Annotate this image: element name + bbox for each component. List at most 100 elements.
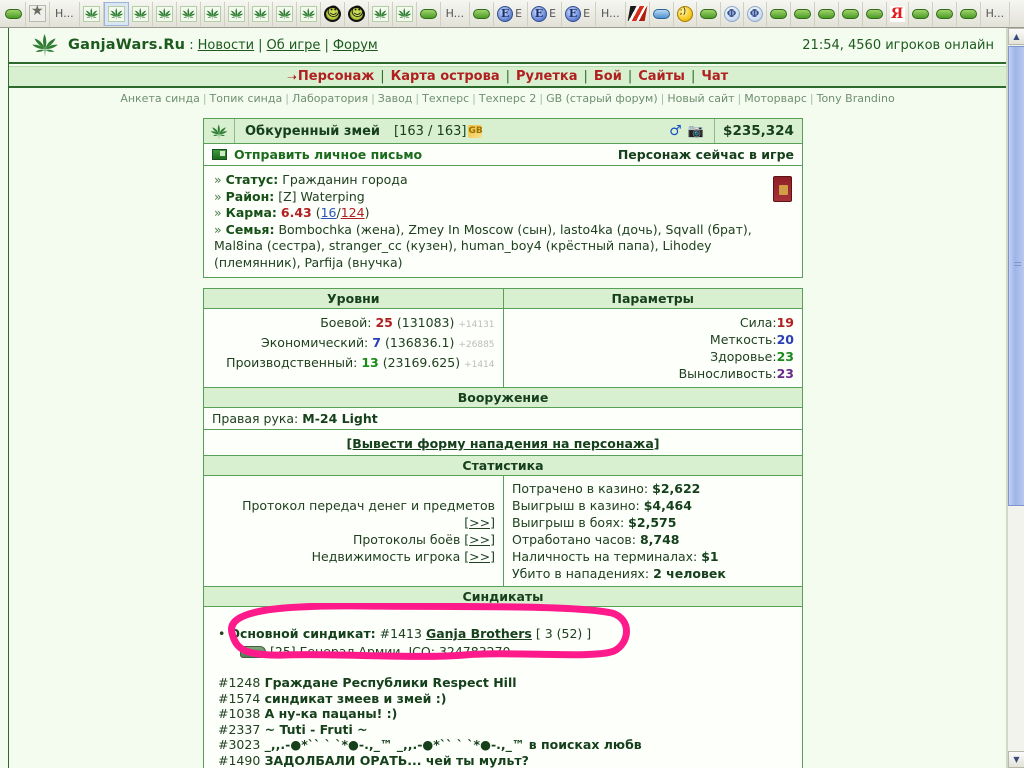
- subnav-item-7[interactable]: Новый сайт: [667, 92, 734, 105]
- statistics-link-marker[interactable]: [>>]: [464, 532, 495, 547]
- bookmark-12-leaf-icon[interactable]: [297, 1, 321, 26]
- statistics-link-marker[interactable]: [>>]: [464, 515, 495, 530]
- bookmark-19-green-pill-icon[interactable]: [470, 1, 495, 26]
- attack-form-link[interactable]: [Вывести форму нападения на персонажа]: [347, 436, 660, 451]
- sub-nav[interactable]: Анкета синда | Топик синда | Лаборатория | Зав…: [9, 90, 1006, 105]
- site-header: GanjaWars.Ru : Новости | Об игре | Форум…: [9, 28, 1006, 64]
- nav-item-chat[interactable]: Чат: [701, 69, 728, 84]
- subnav-item-4[interactable]: Техперс: [422, 92, 469, 105]
- subnav-divider: |: [472, 92, 476, 105]
- private-message-row[interactable]: Отправить личное письмо Персонаж сейчас …: [203, 144, 803, 166]
- bookmark-21-blue-e-icon[interactable]: EE: [528, 1, 563, 26]
- statistics-link-marker[interactable]: [>>]: [464, 549, 495, 564]
- syndicate-list-item[interactable]: #1248 Граждане Республики Respect Hill: [218, 675, 792, 691]
- bookmark-9-leaf-icon[interactable]: [225, 1, 249, 26]
- subnav-item-6[interactable]: GB (старый форум): [546, 92, 658, 105]
- attack-form-row[interactable]: [Вывести форму нападения на персонажа]: [203, 429, 803, 456]
- nav-item-sites[interactable]: Сайты: [638, 69, 685, 84]
- bookmark-32-green-pill-icon[interactable]: [815, 1, 839, 26]
- syndicate-name[interactable]: Граждане Республики Respect Hill: [260, 675, 517, 690]
- param-row: Сила:19: [512, 314, 794, 331]
- bookmark-6-leaf-icon[interactable]: [153, 1, 177, 26]
- bookmark-3-leaf-icon[interactable]: [80, 1, 104, 26]
- subnav-item-0[interactable]: Анкета синда: [120, 92, 200, 105]
- syndicate-name[interactable]: _,,.-●*`` ` `*●-.,_™ _,,.-●*`` ` `*●-.,_…: [260, 737, 642, 752]
- bookmark-34-green-pill-icon[interactable]: [863, 1, 887, 26]
- scrollbar-thumb[interactable]: [1008, 46, 1024, 506]
- syndicate-name[interactable]: А ну-ка пацаны! :): [260, 706, 398, 721]
- bookmark-16-leaf-icon[interactable]: [393, 1, 417, 26]
- nav-item-character[interactable]: Персонаж: [298, 69, 374, 84]
- nav-item-roulette[interactable]: Рулетка: [516, 69, 577, 84]
- syndicate-name[interactable]: ~ Tuti - Fruti ~: [260, 722, 368, 737]
- bookmark-5-leaf-icon[interactable]: [129, 1, 153, 26]
- syndicate-list-item[interactable]: #1574 синдикат змеев и змей :): [218, 691, 792, 707]
- bookmark-20-blue-e-icon[interactable]: EE: [494, 1, 529, 26]
- nav-item-island-map[interactable]: Карта острова: [391, 69, 500, 84]
- bookmark-35-yandex-icon[interactable]: Я: [887, 1, 909, 26]
- bookmark-18-text-icon[interactable]: H...: [441, 1, 471, 26]
- header-link-news[interactable]: Новости: [198, 38, 255, 53]
- karma-negative-link[interactable]: 124: [341, 205, 365, 220]
- header-link-about[interactable]: Об игре: [267, 38, 321, 53]
- vertical-scrollbar[interactable]: ▲ ▼: [1007, 28, 1024, 768]
- syndicate-name[interactable]: ЗАДОЛБАЛИ ОРАТЬ... чей ты мульт?: [260, 753, 529, 768]
- bookmark-7-leaf-icon[interactable]: [177, 1, 201, 26]
- karma-positive-link[interactable]: 16: [321, 205, 337, 220]
- scroll-down-button[interactable]: ▼: [1008, 751, 1024, 768]
- statistics-link-row[interactable]: Протокол передач денег и предметов [>>]: [212, 497, 495, 531]
- bookmark-24-fan-icon[interactable]: [626, 1, 650, 26]
- bookmark-36-green-pill-icon[interactable]: [909, 1, 933, 26]
- bookmark-31-green-pill-icon[interactable]: [791, 1, 815, 26]
- subnav-item-8[interactable]: Моторварс: [744, 92, 807, 105]
- statistics-link-row[interactable]: Недвижимость игрока [>>]: [212, 548, 495, 565]
- bookmark-28-phi-sphere-icon[interactable]: Φ: [721, 1, 744, 26]
- statistics-value-row: Выигрыш в боях: $2,575: [512, 514, 794, 531]
- character-name-block: Обкуренный змей [163 / 163] GB: [235, 119, 669, 143]
- subnav-item-1[interactable]: Топик синда: [210, 92, 283, 105]
- bookmark-0-green-pill-icon[interactable]: [2, 1, 26, 26]
- bookmark-2-text-icon[interactable]: H...: [50, 1, 80, 26]
- bookmark-25-blue-pill-icon[interactable]: [650, 1, 674, 26]
- bookmark-4-leaf-icon[interactable]: [103, 1, 129, 26]
- bookmark-10-leaf-icon[interactable]: [249, 1, 273, 26]
- bookmark-23-text-icon[interactable]: H...: [596, 1, 626, 26]
- bookmark-38-green-pill-icon[interactable]: [957, 1, 981, 26]
- bookmark-22-blue-e-icon[interactable]: EE: [562, 1, 597, 26]
- bookmark-37-green-pill-icon[interactable]: [933, 1, 957, 26]
- subnav-item-9[interactable]: Tony Brandino: [817, 92, 895, 105]
- bookmark-39-text-icon[interactable]: H...: [981, 1, 1011, 26]
- syndicate-list-item[interactable]: #1490 ЗАДОЛБАЛИ ОРАТЬ... чей ты мульт?: [218, 753, 792, 768]
- bookmark-29-phi-sphere-icon[interactable]: Φ: [744, 1, 767, 26]
- bookmark-27-green-pill-icon[interactable]: [697, 1, 721, 26]
- browser-bookmark-toolbar[interactable]: H...H...EEEEEEH...ΦΦЯH...: [0, 0, 1024, 28]
- levels-title: Уровни: [203, 288, 504, 309]
- bookmark-30-green-pill-icon[interactable]: [767, 1, 791, 26]
- bookmark-11-leaf-icon[interactable]: [273, 1, 297, 26]
- bookmark-17-green-pill-icon[interactable]: [417, 1, 441, 26]
- header-link-forum[interactable]: Форум: [333, 38, 378, 53]
- send-private-message-link[interactable]: Отправить личное письмо: [234, 147, 618, 162]
- nav-item-fight[interactable]: Бой: [594, 69, 622, 84]
- statistics-link-row[interactable]: Протоколы боёв [>>]: [212, 531, 495, 548]
- scroll-up-button[interactable]: ▲: [1008, 28, 1024, 45]
- syndicate-name[interactable]: синдикат змеев и змей :): [260, 691, 447, 706]
- syndicate-list-item[interactable]: #2337 ~ Tuti - Fruti ~: [218, 722, 792, 738]
- main-syndicate-link[interactable]: Ganja Brothers: [426, 626, 532, 641]
- bookmark-26-smiley-icon[interactable]: [674, 1, 697, 26]
- camera-icon[interactable]: 📷: [688, 124, 704, 139]
- bookmark-14-smiley-circle-icon[interactable]: [345, 1, 369, 26]
- passport-icon[interactable]: [773, 176, 792, 202]
- bookmark-13-smiley-circle-icon[interactable]: [321, 1, 345, 26]
- syndicate-list-item[interactable]: #3023 _,,.-●*`` ` `*●-.,_™ _,,.-●*`` ` `…: [218, 737, 792, 753]
- pointer-arrow-icon: ➝: [286, 69, 297, 84]
- bookmark-8-leaf-icon[interactable]: [201, 1, 225, 26]
- bookmark-1-star-icon[interactable]: [26, 1, 50, 26]
- subnav-item-2[interactable]: Лаборатория: [292, 92, 368, 105]
- bookmark-15-leaf-icon[interactable]: [369, 1, 393, 26]
- main-nav[interactable]: ➝ Персонаж | Карта острова | Рулетка | Б…: [9, 66, 1006, 88]
- bookmark-33-green-pill-icon[interactable]: [839, 1, 863, 26]
- syndicate-list-item[interactable]: #1038 А ну-ка пацаны! :): [218, 706, 792, 722]
- subnav-item-5[interactable]: Техперс 2: [479, 92, 536, 105]
- subnav-item-3[interactable]: Завод: [378, 92, 413, 105]
